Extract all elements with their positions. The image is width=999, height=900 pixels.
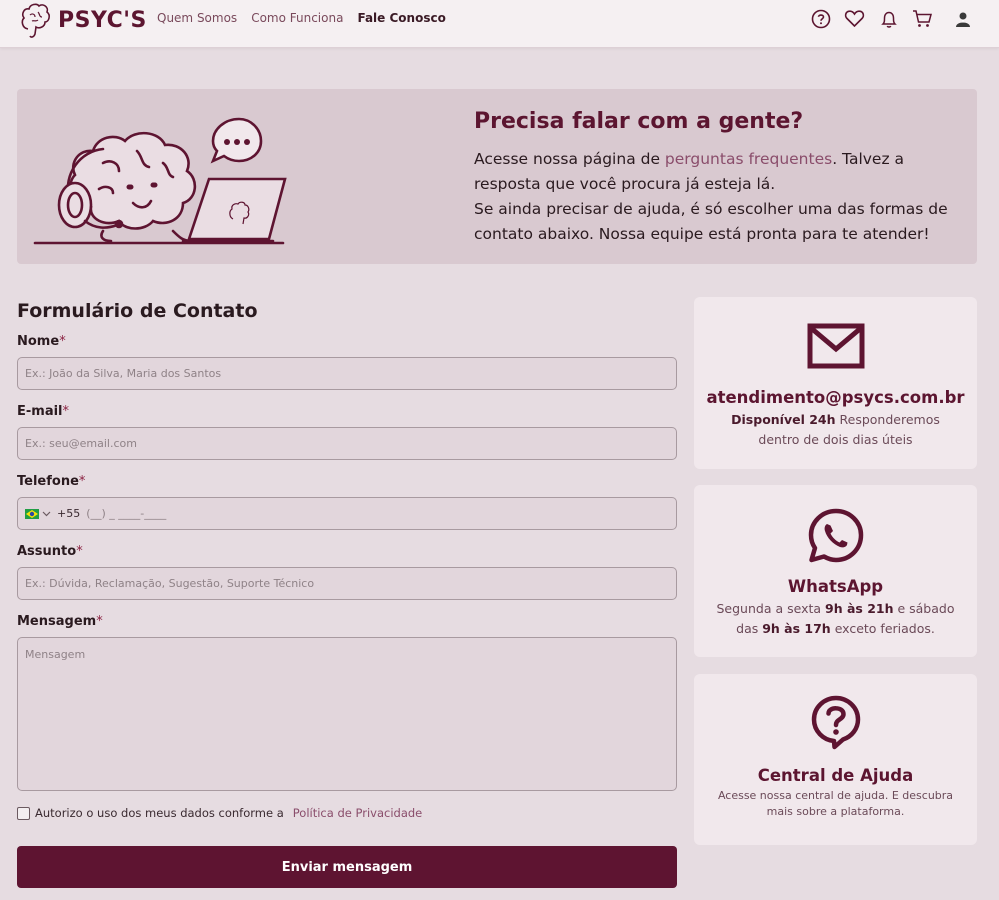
nav-como-funciona[interactable]: Como Funciona [251, 11, 343, 25]
nav-fale-conosco[interactable]: Fale Conosco [357, 11, 445, 25]
form-title: Formulário de Contato [17, 300, 258, 322]
whatsapp-text-3: exceto feriados. [830, 621, 935, 636]
help-center-card[interactable]: Central de Ajuda Acesse nossa central de… [694, 674, 977, 845]
email-label-text: E-mail [17, 404, 63, 419]
nav-quem-somos[interactable]: Quem Somos [157, 11, 237, 25]
required-mark: * [59, 334, 66, 349]
name-input[interactable]: Ex.: João da Silva, Maria dos Santos [17, 357, 677, 390]
whatsapp-card[interactable]: WhatsApp Segunda a sexta 9h às 21h e sáb… [694, 485, 977, 657]
subject-label: Assunto* [17, 544, 83, 559]
help-icon[interactable] [810, 8, 831, 29]
phone-country-code: +55 [57, 507, 81, 520]
subject-input[interactable]: Ex.: Dúvida, Reclamação, Sugestão, Supor… [17, 567, 677, 600]
help-banner: Precisa falar com a gente? Acesse nossa … [17, 89, 977, 264]
required-mark: * [96, 614, 103, 629]
email-card-title: atendimento@psycs.com.br [706, 388, 965, 407]
message-textarea[interactable]: Mensagem [17, 637, 677, 791]
banner-text-line2: Se ainda precisar de ajuda, é só escolhe… [474, 200, 948, 243]
faq-link[interactable]: perguntas frequentes [665, 150, 832, 168]
submit-button[interactable]: Enviar mensagem [17, 846, 677, 888]
whatsapp-hours-saturday: 9h às 17h [762, 621, 831, 636]
consent-row: Autorizo o uso dos meus dados conforme a… [17, 806, 422, 820]
phone-label-text: Telefone [17, 474, 79, 489]
phone-input[interactable]: +55 (__) _ ____-____ [17, 497, 677, 530]
consent-checkbox[interactable] [17, 806, 30, 820]
top-navbar: PSYC'S Quem Somos Como Funciona Fale Con… [0, 0, 999, 48]
help-card-text: Acesse nossa central de ajuda. E descubr… [717, 789, 954, 818]
required-mark: * [62, 404, 70, 419]
email-label: E-mail* [17, 404, 69, 419]
banner-title: Precisa falar com a gente? [474, 109, 804, 134]
consent-text: Autorizo o uso dos meus dados conforme a [35, 806, 284, 820]
whatsapp-text-1: Segunda a sexta [716, 601, 826, 616]
phone-label: Telefone* [17, 474, 85, 489]
privacy-policy-link[interactable]: Política de Privacidade [293, 806, 422, 820]
name-label: Nome* [17, 334, 66, 349]
question-bubble-icon [811, 695, 860, 750]
banner-text-prefix: Acesse nossa página de [474, 150, 665, 168]
whatsapp-card-text: Segunda a sexta 9h às 21h e sábado das 9… [714, 599, 957, 639]
whatsapp-card-title: WhatsApp [787, 577, 884, 596]
required-mark: * [78, 474, 86, 489]
bell-icon[interactable] [878, 8, 899, 29]
support-brain-illustration [33, 117, 287, 245]
subject-label-text: Assunto [17, 544, 77, 559]
phone-mask: (__) _ ____-____ [86, 507, 167, 520]
whatsapp-icon [808, 508, 863, 563]
logo-text: PSYC'S [58, 7, 147, 33]
envelope-icon [807, 323, 864, 369]
email-placeholder: Ex.: seu@email.com [25, 437, 137, 450]
chevron-down-icon [42, 511, 51, 516]
email-card-text: Disponível 24h Responderemos dentro de d… [716, 410, 955, 450]
whatsapp-hours-weekdays: 9h às 21h [825, 601, 894, 616]
name-label-text: Nome [17, 334, 60, 349]
user-icon[interactable] [952, 8, 973, 29]
required-mark: * [76, 544, 83, 559]
logo[interactable]: PSYC'S [18, 0, 147, 40]
help-card-title: Central de Ajuda [757, 766, 914, 785]
message-label-text: Mensagem [17, 614, 97, 629]
cart-icon[interactable] [912, 8, 933, 29]
email-input[interactable]: Ex.: seu@email.com [17, 427, 677, 460]
heart-icon[interactable] [844, 8, 865, 29]
subject-placeholder: Ex.: Dúvida, Reclamação, Sugestão, Supor… [25, 577, 315, 590]
message-label: Mensagem* [17, 614, 103, 629]
banner-text: Acesse nossa página de perguntas frequen… [474, 147, 964, 247]
brazil-flag-icon [25, 508, 39, 519]
message-placeholder: Mensagem [25, 648, 86, 661]
brain-logo-icon [21, 3, 50, 38]
name-placeholder: Ex.: João da Silva, Maria dos Santos [25, 367, 222, 380]
header-actions [810, 8, 973, 29]
email-card[interactable]: atendimento@psycs.com.br Disponível 24h … [694, 297, 977, 469]
main-nav: Quem Somos Como Funciona Fale Conosco [157, 11, 446, 25]
country-selector[interactable] [25, 508, 51, 519]
email-card-bold: Disponível 24h [731, 412, 836, 427]
